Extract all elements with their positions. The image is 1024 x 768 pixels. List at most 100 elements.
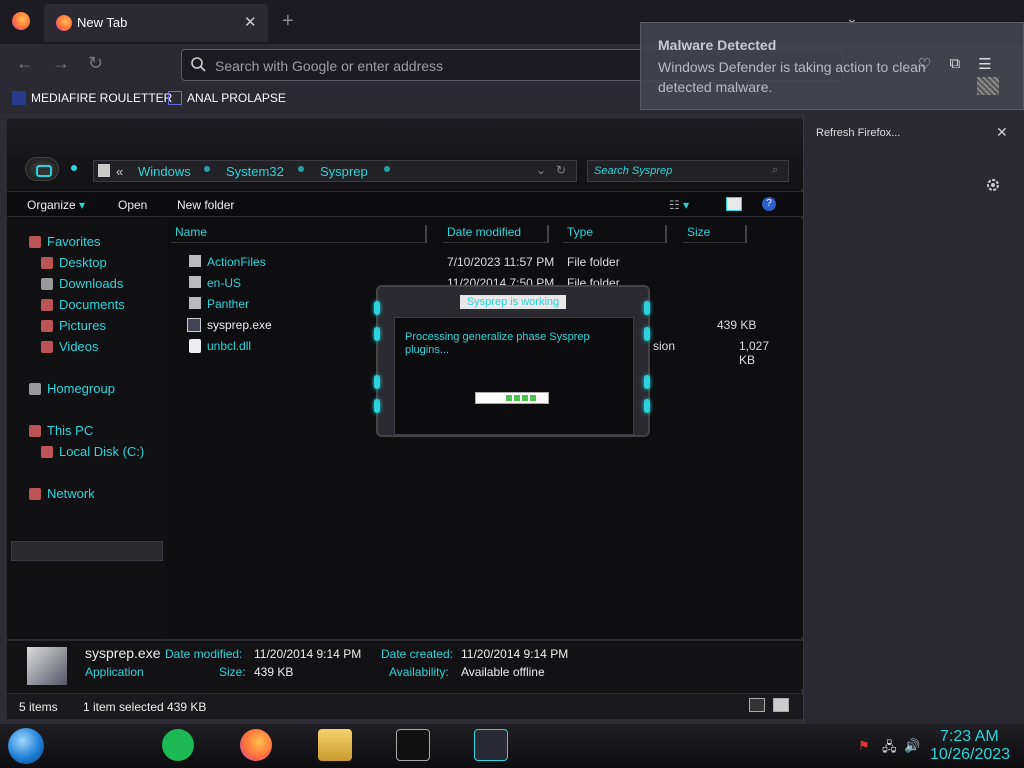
large-icons-view-icon[interactable] <box>773 698 789 712</box>
file-explorer-icon[interactable] <box>318 729 352 761</box>
file-name: Panther <box>207 297 250 311</box>
nav-item-local-disk[interactable]: Local Disk (C:) <box>41 444 144 459</box>
details-created-value: 11/20/2014 9:14 PM <box>461 647 569 661</box>
column-header-name[interactable]: Name <box>171 225 427 243</box>
taskbar: ⚑ 🖧 🔊 7:23 AM 10/26/2023 <box>0 724 1024 768</box>
details-modified-label: Date modified: <box>165 647 243 661</box>
nav-item-homegroup[interactable]: Homegroup <box>29 381 115 396</box>
folder-icon <box>189 276 201 288</box>
executable-icon <box>187 318 201 332</box>
back-nav-button[interactable] <box>25 157 59 181</box>
column-header-type[interactable]: Type <box>563 225 667 243</box>
dialog-message: Processing generalize phase Sysprep plug… <box>405 331 590 356</box>
recent-locations-icon[interactable] <box>71 165 77 171</box>
pocket-icon[interactable]: ♡ <box>918 55 931 73</box>
tab-new-tab[interactable]: New Tab ✕ <box>44 4 268 42</box>
dialog-frame-accent <box>374 399 380 413</box>
nav-item-pictures[interactable]: Pictures <box>41 318 106 333</box>
nav-label: Documents <box>59 297 125 312</box>
bookmark-label: ANAL PROLAPSE <box>187 91 286 105</box>
table-row[interactable]: ActionFiles 7/10/2023 11:57 PM File fold… <box>187 255 787 276</box>
tab-close-icon[interactable]: ✕ <box>244 13 257 31</box>
details-filetype: Application <box>85 665 144 679</box>
dialog-frame-accent <box>374 301 380 315</box>
view-options-icon[interactable]: ☷ ▾ <box>669 198 689 212</box>
bookmark-item[interactable]: ANAL PROLAPSE <box>168 91 286 105</box>
nav-label: Downloads <box>59 276 124 291</box>
firefox-view-icon[interactable] <box>12 12 30 30</box>
breadcrumb-separator[interactable] <box>384 166 390 172</box>
breadcrumb-separator[interactable] <box>298 166 304 172</box>
explorer-titlebar: « Windows System32 Sysprep ⌄ ↻ Search Sy… <box>7 119 803 189</box>
close-icon[interactable]: ✕ <box>996 124 1008 141</box>
computer-icon <box>29 424 41 437</box>
notification-app-icon <box>977 77 999 95</box>
forward-arrow-icon[interactable]: → <box>52 53 70 74</box>
network-tray-icon[interactable]: 🖧 <box>882 738 897 760</box>
dialog-title: Sysprep is working <box>460 295 566 309</box>
refresh-firefox-label[interactable]: Refresh Firefox... <box>816 127 900 139</box>
clock-date[interactable]: 10/26/2023 <box>930 746 1010 764</box>
nav-label: Videos <box>59 339 99 354</box>
breadcrumb-windows[interactable]: Windows <box>138 164 191 179</box>
dialog-frame-accent <box>644 327 650 341</box>
file-name: en-US <box>207 276 242 290</box>
browser-toolbar-icons: ♡ ⧉ ☰ <box>918 55 992 73</box>
dll-file-icon <box>189 339 201 353</box>
column-header-size[interactable]: Size <box>683 225 747 243</box>
search-placeholder: Search Sysprep <box>594 165 673 177</box>
nav-label: Desktop <box>59 255 107 270</box>
nav-label: Pictures <box>59 318 106 333</box>
address-dropdown-icon[interactable]: ⌄ <box>536 163 546 177</box>
breadcrumb-system32[interactable]: System32 <box>226 164 284 179</box>
nav-item-network[interactable]: Network <box>29 486 95 501</box>
gear-icon[interactable] <box>984 176 1002 194</box>
menu-hamburger-icon[interactable]: ☰ <box>978 55 991 73</box>
progress-block <box>530 395 536 401</box>
firefox-sidebar: Refresh Firefox... ✕ <box>803 114 1024 724</box>
details-modified-value: 11/20/2014 9:14 PM <box>254 647 362 661</box>
progress-block <box>522 395 528 401</box>
command-prompt-icon[interactable] <box>396 729 430 761</box>
back-arrow-icon[interactable]: ← <box>16 53 34 74</box>
breadcrumb-overflow[interactable]: « <box>116 164 123 179</box>
refresh-icon[interactable]: ↻ <box>556 163 566 177</box>
nav-item-documents[interactable]: Documents <box>41 297 125 312</box>
nav-item-desktop[interactable]: Desktop <box>41 255 107 270</box>
breadcrumb-sysprep[interactable]: Sysprep <box>320 164 368 179</box>
new-tab-button[interactable]: + <box>282 10 294 33</box>
sysprep-taskbar-icon[interactable] <box>474 729 508 761</box>
folder-icon <box>189 297 201 309</box>
address-bar[interactable]: « Windows System32 Sysprep ⌄ ↻ <box>93 160 577 182</box>
command-bar: Organize ▾ Open New folder ☷ ▾ ? <box>7 191 803 217</box>
extensions-icon[interactable]: ⧉ <box>949 55 960 73</box>
nav-item-this-pc[interactable]: This PC <box>29 423 93 438</box>
nav-item-videos[interactable]: Videos <box>41 339 99 354</box>
new-folder-button[interactable]: New folder <box>177 198 234 212</box>
details-created-label: Date created: <box>381 647 454 661</box>
breadcrumb-separator[interactable] <box>204 166 210 172</box>
reload-icon[interactable]: ↻ <box>88 53 103 74</box>
start-button[interactable] <box>8 728 44 764</box>
chevron-down-icon: ▾ <box>79 198 86 212</box>
bookmark-item[interactable]: MEDIAFIRE ROULETTER <box>12 91 172 105</box>
open-button[interactable]: Open <box>118 198 147 212</box>
organize-button[interactable]: Organize ▾ <box>27 198 85 212</box>
clock-time[interactable]: 7:23 AM <box>940 728 999 746</box>
details-view-icon[interactable] <box>749 698 765 712</box>
notification-body: Windows Defender is taking action to cle… <box>658 59 926 95</box>
volume-icon[interactable]: 🔊 <box>904 738 920 754</box>
search-input[interactable]: Search Sysprep ⌕ <box>587 160 789 182</box>
file-name: sysprep.exe <box>207 318 272 332</box>
preview-pane-icon[interactable] <box>726 197 742 211</box>
pictures-icon <box>41 319 53 332</box>
firefox-icon[interactable] <box>240 729 272 761</box>
help-icon[interactable]: ? <box>762 197 776 211</box>
spotify-icon[interactable] <box>162 729 194 761</box>
column-header-date[interactable]: Date modified <box>443 225 549 243</box>
nav-item-favorites[interactable]: Favorites <box>29 234 100 249</box>
details-size-label: Size: <box>219 665 246 679</box>
network-icon <box>29 487 41 500</box>
action-center-flag-icon[interactable]: ⚑ <box>858 738 870 754</box>
nav-item-downloads[interactable]: Downloads <box>41 276 123 291</box>
